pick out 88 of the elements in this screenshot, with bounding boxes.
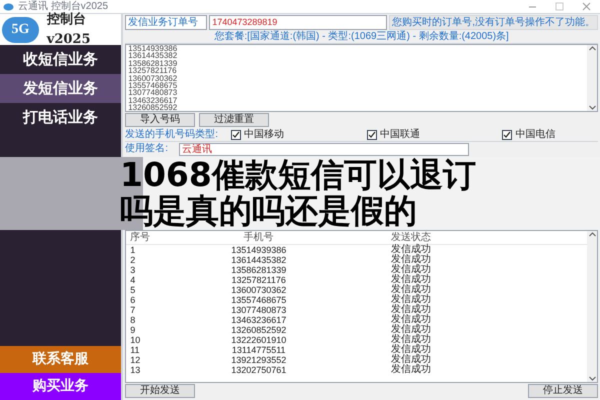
scroll-down-icon [588,105,596,110]
table-cell-text: 1 [129,245,136,255]
phone-number: 13614435382 [128,52,178,60]
window-title: 云通讯 控制台v2025 [18,2,108,12]
sidebar-item[interactable]: 打电话业务 [0,103,122,132]
check-icon [232,130,240,138]
table-cell-text: 4 [129,275,136,285]
table-cell-text: 13260852592 [230,325,288,335]
column-header[interactable]: 序号 [126,232,196,242]
order-label: 发信业务订单号 [125,15,208,30]
checkbox[interactable] [366,130,377,140]
table-cell-text: 11 [129,345,141,355]
sidebar-action[interactable]: 购买业务 [0,373,122,400]
table-cell-text: 发信成功 [390,265,432,275]
sidebar-action[interactable]: 联系客服 [0,346,122,373]
table-cell-text: 13077480873 [230,305,288,315]
phone-number: 13260852592 [128,104,178,111]
table-cell-text: 发信成功 [390,355,432,365]
signature-input[interactable]: 云通讯 [179,142,470,156]
phone-number: 13557468675 [128,82,178,90]
plan-info: 您套餐:[国家通道:(韩国) - 类型:(1069三网通) - 剩余数量:(42005)条] [214,32,509,42]
action-button[interactable]: 过滤重置 [199,113,270,127]
send-button[interactable]: 停止发送 [528,384,598,398]
phone-number: 13463236617 [128,96,178,104]
scroll-up-icon [588,232,596,237]
table-cell-text: 3 [129,265,136,275]
table-cell-text: 5 [129,285,136,295]
table-cell-text: 7 [129,305,136,315]
numbers-textarea[interactable]: 13514939386 13614435382 13586281339 13257821176 13600730362 13557468675 13077480873 13463236617 13260852592 [125,44,598,112]
phone-number: 13514939386 [128,45,178,52]
phone-number: 13077480873 [128,89,178,97]
cloud-logo: 5G [2,16,39,42]
table-cell-text: 发信成功 [390,315,432,325]
carrier-label: 发送的手机号码类型: [125,130,219,140]
table-cell-text: 13600730362 [230,285,288,295]
table-cell-text: 9 [129,325,136,335]
table-cell-text: 13 [129,365,142,375]
checkbox[interactable] [231,130,242,140]
headline: 1068催款短信可以退订吗是真的吗还是假的 [120,157,477,229]
table-cell-text: 发信成功 [390,275,432,285]
scrollbar[interactable] [587,45,597,111]
table-cell-text: 13586281339 [230,265,288,275]
table-cell-text: 13222601910 [230,335,288,345]
table-cell-text: 发信成功 [390,255,432,265]
table-cell-text: 发信成功 [390,345,432,355]
close-icon[interactable] [582,2,591,11]
table-cell-text: 发信成功 [390,305,432,315]
scrollbar[interactable] [587,231,597,382]
table-cell-text: 12 [129,355,142,365]
phone-number: 13586281339 [128,60,178,68]
table-cell-text: 13202750761 [230,365,288,375]
table-cell-text: 10 [129,335,142,345]
phone-number: 13257821176 [128,67,177,75]
table-cell-text: 发信成功 [390,285,432,295]
sidebar-item[interactable]: 收短信业务 [0,45,122,74]
column-header[interactable]: 手机号 [196,232,322,242]
cloud-icon [3,2,14,11]
table-cell-text: 13114775511 [230,345,287,355]
table-cell-text: 发信成功 [390,335,432,345]
send-button[interactable]: 开始发送 [125,384,196,398]
table-cell-text: 13257821176 [230,275,287,285]
table-cell-text: 13614435382 [230,255,288,265]
table-cell-text: 发信成功 [390,365,432,375]
table-cell-text: 13557468675 [230,295,288,305]
check-icon [368,130,376,138]
check-icon [503,130,512,138]
table-cell-text: 8 [129,315,136,325]
order-hint: 您购买时的订单号,没有订单号操作不了功能。 [389,15,598,30]
table-cell-text: 13514939386 [230,245,288,255]
checkbox-label: 中国移动 [244,130,284,140]
signature-label: 使用签名: [125,144,169,154]
action-button[interactable]: 导入号码 [125,113,196,127]
scroll-up-icon [588,46,596,51]
table-cell-text: 13921293552 [230,355,288,365]
table-cell-text: 2 [129,255,136,265]
table-cell-text: 发信成功 [390,325,432,335]
checkbox-label: 中国电信 [515,130,556,140]
table-cell-text: 发信成功 [390,295,432,305]
table-cell-text: 6 [129,295,136,305]
order-input[interactable]: 1740473289819 [209,15,388,30]
column-header[interactable]: 发送状态 [321,232,502,242]
checkbox[interactable] [502,130,512,140]
checkbox-label: 中国联通 [380,130,420,140]
table-cell-text: 13463236617 [230,315,288,325]
phone-number: 13600730362 [128,74,178,82]
table-cell-text: 发信成功 [390,245,432,255]
sidebar-item[interactable]: 发短信业务 [0,74,122,103]
scroll-down-icon [588,376,596,381]
